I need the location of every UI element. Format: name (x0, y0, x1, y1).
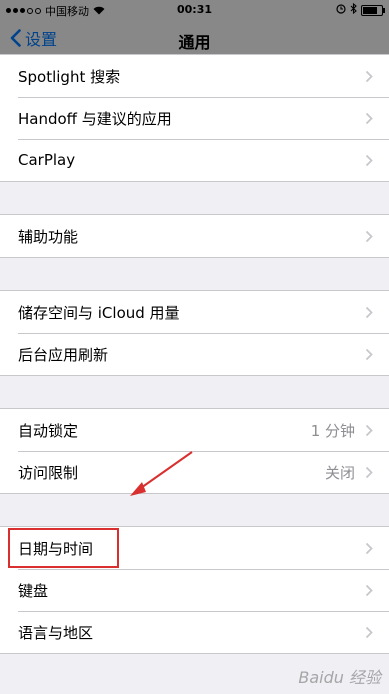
settings-group-accessibility: 辅助功能 (0, 214, 389, 258)
highlight-box (8, 528, 119, 568)
status-right (336, 2, 385, 17)
row-restrictions[interactable]: 访问限制 关闭 (0, 451, 389, 493)
row-label: Spotlight 搜索 (18, 67, 121, 86)
chevron-right-icon (365, 112, 373, 125)
row-label: 自动锁定 (18, 421, 79, 440)
row-carplay[interactable]: CarPlay (0, 139, 389, 181)
chevron-right-icon (365, 348, 373, 361)
chevron-right-icon (365, 230, 373, 243)
row-label: 后台应用刷新 (18, 345, 109, 364)
row-label: 访问限制 (18, 463, 79, 482)
page-title: 通用 (178, 33, 211, 52)
row-label: 键盘 (18, 581, 49, 600)
navigation-bar: 设置 通用 (0, 20, 389, 58)
row-language-region[interactable]: 语言与地区 (0, 611, 389, 653)
row-spotlight-search[interactable]: Spotlight 搜索 (0, 55, 389, 97)
row-value: 关闭 (324, 463, 355, 482)
row-label: CarPlay (18, 151, 76, 169)
alarm-icon (336, 3, 346, 17)
settings-group-storage: 储存空间与 iCloud 用量 后台应用刷新 (0, 290, 389, 376)
status-time: 00:31 (176, 3, 212, 16)
chevron-right-icon (365, 542, 373, 555)
row-label: 语言与地区 (18, 623, 94, 642)
battery-icon (361, 4, 385, 16)
row-label: 辅助功能 (18, 227, 79, 246)
chevron-right-icon (365, 466, 373, 479)
row-accessibility[interactable]: 辅助功能 (0, 215, 389, 257)
chevron-right-icon (365, 626, 373, 639)
settings-group-search: Spotlight 搜索 Handoff 与建议的应用 CarPlay (0, 54, 389, 182)
row-label: 储存空间与 iCloud 用量 (18, 303, 180, 322)
row-storage-icloud[interactable]: 储存空间与 iCloud 用量 (0, 291, 389, 333)
bluetooth-icon (350, 2, 357, 17)
row-auto-lock[interactable]: 自动锁定 1 分钟 (0, 409, 389, 451)
row-label: Handoff 与建议的应用 (18, 109, 172, 128)
chevron-right-icon (365, 70, 373, 83)
row-keyboard[interactable]: 键盘 (0, 569, 389, 611)
row-background-refresh[interactable]: 后台应用刷新 (0, 333, 389, 375)
chevron-right-icon (365, 154, 373, 167)
settings-group-lock: 自动锁定 1 分钟 访问限制 关闭 (0, 408, 389, 494)
chevron-right-icon (365, 584, 373, 597)
chevron-right-icon (365, 306, 373, 319)
watermark-logo: Baidu 经验 (298, 668, 381, 687)
chevron-right-icon (365, 424, 373, 437)
status-bar: 中国移动 00:31 (0, 0, 389, 20)
row-handoff[interactable]: Handoff 与建议的应用 (0, 97, 389, 139)
row-value: 1 分钟 (310, 421, 355, 440)
